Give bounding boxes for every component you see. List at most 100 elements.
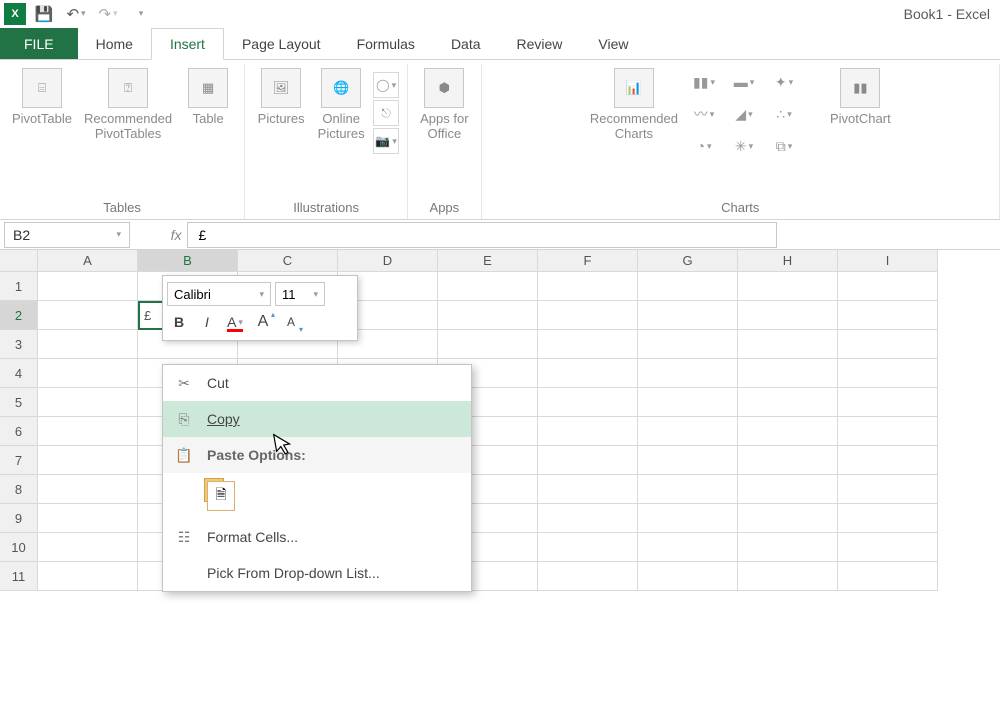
rowhead-2[interactable]: 2 — [0, 301, 38, 330]
online-pictures-button[interactable]: 🌐 Online Pictures — [313, 64, 369, 146]
cell[interactable] — [438, 330, 538, 359]
select-all-corner[interactable] — [0, 250, 38, 272]
table-button[interactable]: ▦ Table — [180, 64, 236, 131]
colhead-C[interactable]: C — [238, 250, 338, 272]
cell[interactable] — [538, 330, 638, 359]
cell[interactable] — [738, 562, 838, 591]
tab-data[interactable]: Data — [433, 28, 499, 59]
cell[interactable] — [38, 359, 138, 388]
cell[interactable] — [438, 272, 538, 301]
increase-font-size-button[interactable]: A▴ — [251, 310, 275, 334]
colhead-B[interactable]: B — [138, 250, 238, 272]
decrease-font-size-button[interactable]: A▾ — [279, 310, 303, 334]
cell[interactable] — [538, 562, 638, 591]
cell[interactable] — [638, 359, 738, 388]
context-copy[interactable]: ⎘ Copy — [163, 401, 471, 437]
formula-bar[interactable]: fx £ — [163, 222, 996, 248]
rowhead-3[interactable]: 3 — [0, 330, 38, 359]
bold-button[interactable]: B — [167, 310, 191, 334]
bar-chart-icon[interactable]: ▬▾ — [726, 68, 762, 96]
cell[interactable] — [838, 301, 938, 330]
cell[interactable] — [638, 272, 738, 301]
context-paste-default[interactable]: 🗎 — [163, 473, 471, 519]
cell[interactable] — [838, 359, 938, 388]
cell[interactable] — [38, 388, 138, 417]
pie-chart-icon[interactable]: ◔▾ — [686, 132, 722, 160]
smartart-icon[interactable]: ⎋ — [373, 100, 399, 126]
fx-icon[interactable]: fx — [171, 227, 182, 243]
cell[interactable] — [38, 504, 138, 533]
rowhead-1[interactable]: 1 — [0, 272, 38, 301]
rowhead-11[interactable]: 11 — [0, 562, 38, 591]
cell[interactable] — [638, 562, 738, 591]
save-icon[interactable]: 💾 — [34, 4, 54, 24]
rowhead-8[interactable]: 8 — [0, 475, 38, 504]
colhead-H[interactable]: H — [738, 250, 838, 272]
apps-for-office-button[interactable]: ⬢ Apps for Office — [416, 64, 472, 146]
cell[interactable] — [738, 301, 838, 330]
tab-review[interactable]: Review — [499, 28, 581, 59]
colhead-A[interactable]: A — [38, 250, 138, 272]
cell[interactable] — [838, 330, 938, 359]
undo-icon[interactable]: ↶▾ — [66, 4, 86, 24]
cell[interactable] — [638, 388, 738, 417]
cell[interactable] — [538, 533, 638, 562]
cell[interactable] — [738, 504, 838, 533]
colhead-E[interactable]: E — [438, 250, 538, 272]
combo-chart-icon[interactable]: ⧉▾ — [766, 132, 802, 160]
screenshot-icon[interactable]: 📷▾ — [373, 128, 399, 154]
context-pick-from-list[interactable]: Pick From Drop-down List... — [163, 555, 471, 591]
cell[interactable] — [38, 446, 138, 475]
context-cut[interactable]: ✂ Cut — [163, 365, 471, 401]
pivottable-button[interactable]: ⌸ PivotTable — [8, 64, 76, 131]
cell[interactable] — [638, 301, 738, 330]
cell[interactable] — [838, 388, 938, 417]
cell[interactable] — [538, 475, 638, 504]
rowhead-9[interactable]: 9 — [0, 504, 38, 533]
redo-icon[interactable]: ↷▾ — [98, 4, 118, 24]
cell[interactable] — [38, 417, 138, 446]
cell[interactable] — [638, 475, 738, 504]
tab-formulas[interactable]: Formulas — [339, 28, 433, 59]
cell[interactable] — [838, 417, 938, 446]
cell[interactable] — [38, 272, 138, 301]
cell[interactable] — [738, 446, 838, 475]
cell[interactable] — [638, 446, 738, 475]
context-format-cells[interactable]: ☷ Format Cells... — [163, 519, 471, 555]
cell[interactable] — [738, 417, 838, 446]
cell[interactable] — [838, 272, 938, 301]
font-color-button[interactable]: A▾ — [223, 310, 247, 334]
area-chart-icon[interactable]: ◢▾ — [726, 100, 762, 128]
italic-button[interactable]: I — [195, 310, 219, 334]
cell[interactable] — [838, 446, 938, 475]
colhead-D[interactable]: D — [338, 250, 438, 272]
font-family-selector[interactable]: Calibri▾ — [167, 282, 271, 306]
cell[interactable] — [838, 533, 938, 562]
cell[interactable] — [538, 359, 638, 388]
font-size-selector[interactable]: 11▾ — [275, 282, 325, 306]
radar-chart-icon[interactable]: ✳▾ — [726, 132, 762, 160]
colhead-I[interactable]: I — [838, 250, 938, 272]
colhead-G[interactable]: G — [638, 250, 738, 272]
stock-chart-icon[interactable]: ✦▾ — [766, 68, 802, 96]
cell[interactable] — [738, 272, 838, 301]
recommended-pivottables-button[interactable]: ⍰ Recommended PivotTables — [80, 64, 176, 146]
rowhead-5[interactable]: 5 — [0, 388, 38, 417]
scatter-chart-icon[interactable]: ∴▾ — [766, 100, 802, 128]
rowhead-10[interactable]: 10 — [0, 533, 38, 562]
cell[interactable] — [538, 504, 638, 533]
cell[interactable] — [738, 533, 838, 562]
pivotchart-button[interactable]: ▮▮ PivotChart — [826, 64, 895, 131]
cell[interactable] — [838, 562, 938, 591]
cell[interactable] — [38, 301, 138, 330]
rowhead-7[interactable]: 7 — [0, 446, 38, 475]
cell[interactable] — [638, 417, 738, 446]
cell[interactable] — [38, 533, 138, 562]
name-box[interactable]: B2 ▾ — [4, 222, 130, 248]
cell[interactable] — [738, 475, 838, 504]
cell[interactable] — [738, 359, 838, 388]
tab-home[interactable]: Home — [78, 28, 151, 59]
rowhead-4[interactable]: 4 — [0, 359, 38, 388]
tab-page-layout[interactable]: Page Layout — [224, 28, 339, 59]
qat-customize-icon[interactable]: ▾ — [130, 4, 150, 24]
